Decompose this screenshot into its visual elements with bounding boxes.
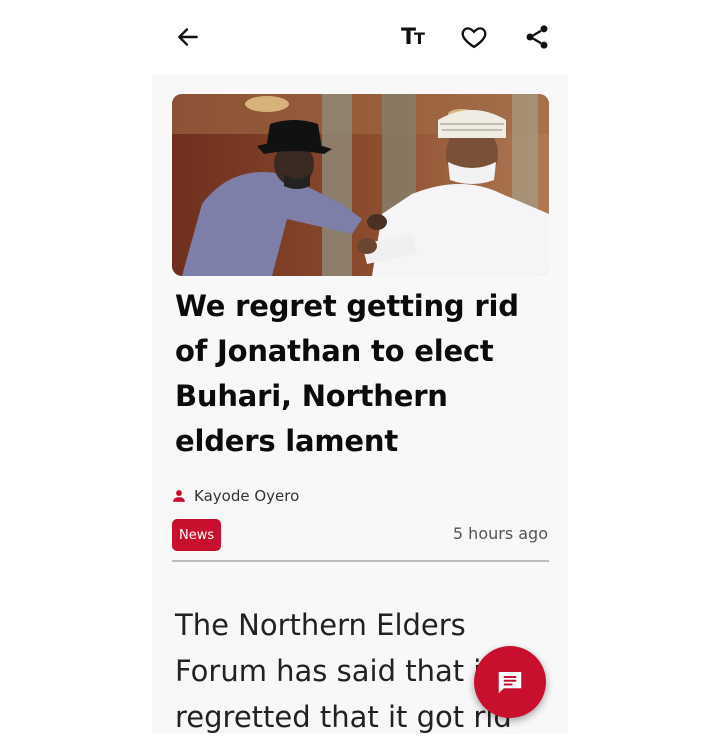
article-headline: We regret getting rid of Jonathan to ele… (175, 289, 519, 458)
article-card: We regret getting rid of Jonathan to ele… (152, 74, 568, 734)
text-size-button[interactable]: TT (392, 17, 432, 57)
author-name: Kayode Oyero (194, 487, 300, 505)
top-bar: TT (0, 0, 720, 74)
arrow-left-icon (178, 28, 198, 46)
category-tag[interactable]: News (172, 519, 222, 551)
heart-icon (461, 27, 487, 49)
comments-button[interactable] (474, 646, 546, 718)
text-size-icon: TT (401, 24, 425, 50)
published-time: 5 hours ago (452, 524, 548, 543)
article-image (172, 94, 549, 276)
share-button[interactable] (517, 17, 557, 57)
person-icon (173, 490, 185, 502)
back-button[interactable] (168, 17, 208, 57)
share-icon (526, 25, 548, 49)
author-row[interactable]: Kayode Oyero (172, 484, 299, 508)
comment-icon (498, 672, 522, 694)
divider (172, 560, 549, 562)
favorite-button[interactable] (454, 17, 494, 57)
